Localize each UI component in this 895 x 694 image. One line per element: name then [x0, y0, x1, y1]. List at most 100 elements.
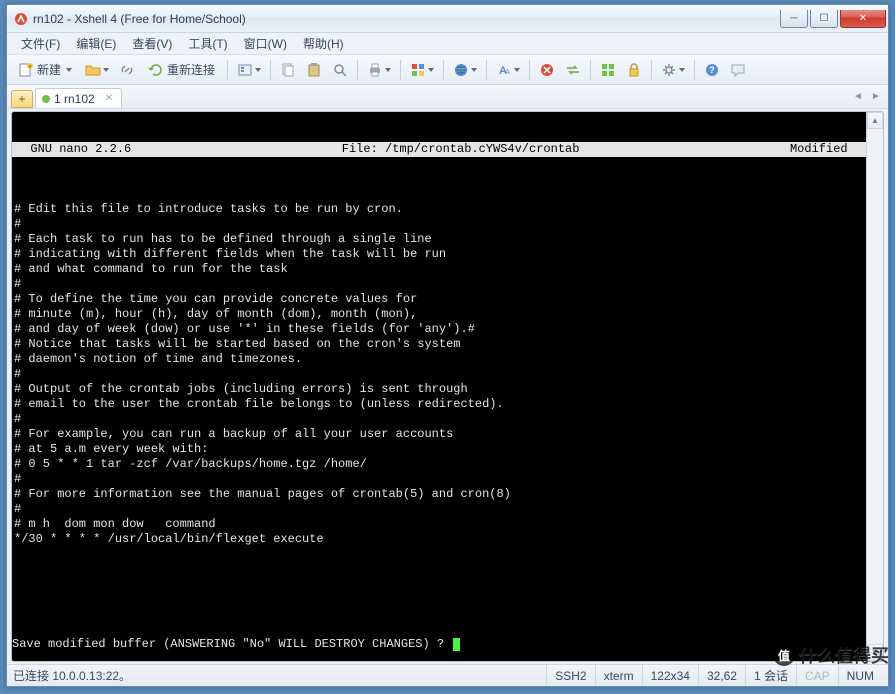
- chat-icon: [730, 62, 746, 78]
- nano-header: GNU nano 2.2.6 File: /tmp/crontab.cYWS4v…: [12, 142, 866, 157]
- search-icon: [332, 62, 348, 78]
- status-session: 1 会话: [745, 665, 796, 686]
- dropdown-icon: [103, 68, 109, 72]
- globe-icon: [453, 62, 469, 78]
- new-session-button[interactable]: ★ 新建: [11, 59, 79, 81]
- lock-icon: [626, 62, 642, 78]
- font-button[interactable]: AA: [492, 59, 524, 81]
- status-num: NUM: [838, 665, 882, 686]
- close-button[interactable]: ✕: [840, 10, 886, 28]
- tabbar: + 1 rn102 ✕ ◄ ►: [7, 85, 888, 109]
- nano-body: # Edit this file to introduce tasks to b…: [12, 187, 866, 607]
- nano-file: File: /tmp/crontab.cYWS4v/crontab: [135, 142, 786, 157]
- tab-close-button[interactable]: ✕: [105, 93, 113, 104]
- dropdown-icon: [514, 68, 520, 72]
- separator: [270, 60, 271, 80]
- xagent-button[interactable]: [535, 59, 559, 81]
- scroll-up-button[interactable]: ▲: [867, 112, 883, 129]
- prompt-text: Save modified buffer (ANSWERING "No" WIL…: [12, 637, 451, 652]
- separator: [486, 60, 487, 80]
- reconnect-button[interactable]: 重新连接: [141, 59, 222, 81]
- gear-icon: [661, 62, 677, 78]
- tile-icon: [600, 62, 616, 78]
- app-window: rn102 - Xshell 4 (Free for Home/School) …: [6, 4, 889, 687]
- watermark-icon: 值: [773, 644, 795, 666]
- terminal-container: GNU nano 2.2.6 File: /tmp/crontab.cYWS4v…: [11, 111, 884, 662]
- menu-view[interactable]: 查看(V): [124, 33, 180, 54]
- status-connection: 已连接 10.0.0.13:22。: [13, 667, 546, 684]
- menubar: 文件(F) 编辑(E) 查看(V) 工具(T) 窗口(W) 帮助(H): [7, 33, 888, 55]
- scrollbar[interactable]: ▲ ▼: [866, 112, 883, 661]
- dropdown-icon: [66, 68, 72, 72]
- separator: [443, 60, 444, 80]
- lock-button[interactable]: [622, 59, 646, 81]
- dropdown-icon: [255, 68, 261, 72]
- window-title: rn102 - Xshell 4 (Free for Home/School): [33, 12, 778, 26]
- separator: [227, 60, 228, 80]
- titlebar[interactable]: rn102 - Xshell 4 (Free for Home/School) …: [7, 5, 888, 33]
- link-icon: [119, 62, 135, 78]
- separator: [357, 60, 358, 80]
- menu-edit[interactable]: 编辑(E): [68, 33, 124, 54]
- transfer-icon: [565, 62, 581, 78]
- separator: [400, 60, 401, 80]
- status-dot-icon: [42, 95, 50, 103]
- terminal[interactable]: GNU nano 2.2.6 File: /tmp/crontab.cYWS4v…: [12, 112, 866, 661]
- menu-tools[interactable]: 工具(T): [180, 33, 235, 54]
- minimize-button[interactable]: ─: [780, 10, 808, 28]
- watermark-text: 什么值得买: [799, 642, 889, 668]
- status-caps: CAP: [796, 665, 838, 686]
- help-icon: ?: [704, 62, 720, 78]
- dropdown-icon: [679, 68, 685, 72]
- folder-open-icon: [85, 62, 101, 78]
- tab-prev-button[interactable]: ◄: [850, 88, 866, 104]
- menu-window[interactable]: 窗口(W): [236, 33, 295, 54]
- paste-button[interactable]: [302, 59, 326, 81]
- nano-prompt: Save modified buffer (ANSWERING "No" WIL…: [12, 637, 866, 652]
- search-button[interactable]: [328, 59, 352, 81]
- properties-icon: [237, 62, 253, 78]
- menu-file[interactable]: 文件(F): [13, 33, 68, 54]
- printer-icon: [367, 62, 383, 78]
- separator: [694, 60, 695, 80]
- tab-label: 1 rn102: [54, 92, 95, 106]
- scroll-track[interactable]: [867, 129, 883, 644]
- dropdown-icon: [471, 68, 477, 72]
- maximize-button[interactable]: ☐: [810, 10, 838, 28]
- svg-text:★: ★: [28, 64, 33, 70]
- separator: [590, 60, 591, 80]
- open-button[interactable]: [81, 59, 113, 81]
- print-button[interactable]: [363, 59, 395, 81]
- svg-text:A: A: [505, 69, 510, 76]
- link-button[interactable]: [115, 59, 139, 81]
- chat-button[interactable]: [726, 59, 750, 81]
- new-label: 新建: [37, 61, 61, 78]
- tab-next-button[interactable]: ►: [868, 88, 884, 104]
- font-icon: AA: [496, 62, 512, 78]
- paste-icon: [306, 62, 322, 78]
- copy-icon: [280, 62, 296, 78]
- refresh-icon: [148, 62, 164, 78]
- status-emulation: xterm: [595, 665, 642, 686]
- xftp-button[interactable]: [561, 59, 585, 81]
- status-size: 122x34: [642, 665, 698, 686]
- session-tab[interactable]: 1 rn102 ✕: [35, 88, 122, 108]
- globe-button[interactable]: [449, 59, 481, 81]
- nano-modified: Modified: [786, 142, 866, 157]
- menu-help[interactable]: 帮助(H): [295, 33, 352, 54]
- reconnect-label: 重新连接: [167, 61, 215, 78]
- status-protocol: SSH2: [546, 665, 594, 686]
- toolbar: ★ 新建 重新连接 AA ?: [7, 55, 888, 85]
- copy-button[interactable]: [276, 59, 300, 81]
- palette-icon: [410, 62, 426, 78]
- colors-button[interactable]: [406, 59, 438, 81]
- status-cursor: 32,62: [698, 665, 745, 686]
- options-button[interactable]: [657, 59, 689, 81]
- separator: [529, 60, 530, 80]
- help-button[interactable]: ?: [700, 59, 724, 81]
- properties-button[interactable]: [233, 59, 265, 81]
- statusbar: 已连接 10.0.0.13:22。 SSH2 xterm 122x34 32,6…: [7, 664, 888, 686]
- tile-button[interactable]: [596, 59, 620, 81]
- plus-icon: +: [18, 92, 25, 106]
- new-tab-button[interactable]: +: [11, 90, 33, 108]
